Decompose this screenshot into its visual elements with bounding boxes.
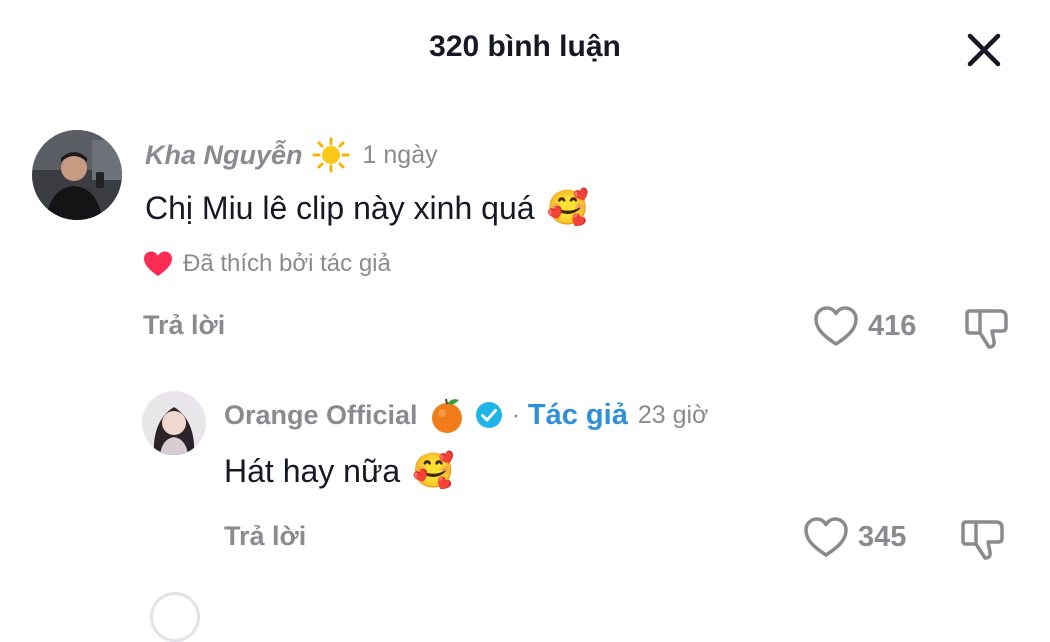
like-count: 345	[858, 520, 907, 553]
comment-username[interactable]: Orange Official	[224, 400, 418, 431]
comment-text: Hát hay nữa	[224, 452, 401, 489]
sun-icon	[311, 137, 351, 173]
separator-dot: ·	[511, 400, 520, 429]
close-icon[interactable]	[962, 28, 1006, 72]
reply-button[interactable]: Trả lời	[143, 310, 225, 341]
avatar[interactable]	[142, 391, 206, 455]
comment-time: 23 giờ	[637, 400, 709, 429]
reply-button[interactable]: Trả lời	[224, 521, 306, 552]
dislike-icon[interactable]	[962, 305, 1012, 351]
comment-time: 1 ngày	[362, 140, 438, 169]
dislike-icon[interactable]	[958, 516, 1008, 562]
orange-icon	[428, 395, 466, 435]
verified-icon	[474, 400, 504, 430]
heart-outline-icon[interactable]	[802, 515, 850, 559]
smiling-face-hearts-icon: 🥰	[546, 189, 589, 227]
comment-username[interactable]: Kha Nguyễn	[145, 140, 303, 171]
comment-text: Chị Miu lê clip này xinh quá	[145, 189, 535, 226]
smiling-face-hearts-icon: 🥰	[412, 452, 455, 490]
author-badge: Tác giả	[527, 398, 628, 431]
comments-header-title: 320 bình luận	[429, 30, 621, 63]
like-count: 416	[868, 309, 917, 342]
heart-outline-icon[interactable]	[812, 304, 860, 348]
heart-filled-icon	[143, 250, 173, 278]
liked-by-author-label: Đã thích bởi tác giả	[183, 250, 391, 277]
avatar[interactable]	[32, 130, 122, 220]
